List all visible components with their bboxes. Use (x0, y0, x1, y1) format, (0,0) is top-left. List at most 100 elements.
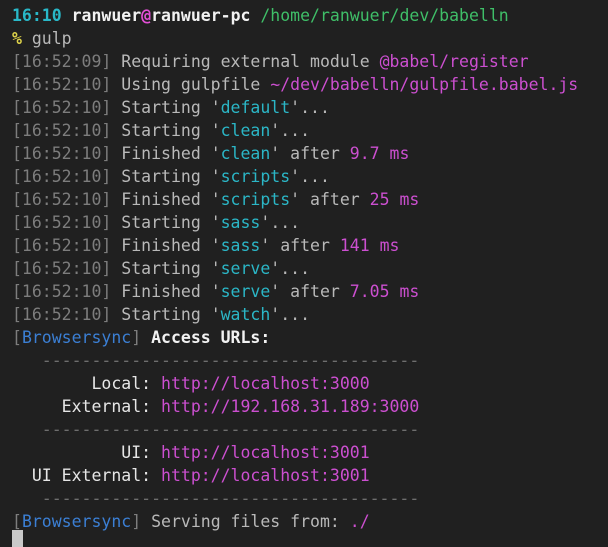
task-name: sass (221, 236, 261, 255)
task-suffix: ... (270, 213, 300, 232)
quote-open: ' (211, 305, 221, 324)
task-name: default (221, 98, 291, 117)
access-urls-heading: Access URLs: (141, 328, 270, 347)
url-label: Local: (12, 374, 161, 393)
separator-line-middle: -------------------------------------- (12, 418, 608, 441)
task-name: serve (221, 282, 271, 301)
log-line-requiring: [16:52:09] Requiring external module @ba… (12, 50, 608, 73)
log-timestamp: [16:52:10] (12, 259, 111, 278)
task-duration: 7.05 ms (350, 282, 420, 301)
log-timestamp: [16:52:10] (12, 75, 111, 94)
log-action: Starting (111, 98, 210, 117)
log-timestamp: [16:52:10] (12, 213, 111, 232)
url-row-ui-external: UI External: http://localhost:3001 (12, 464, 608, 487)
bracket-open: [ (12, 512, 22, 531)
terminal-cursor (12, 530, 23, 547)
quote-close: ' (270, 282, 280, 301)
serving-path: ./ (350, 512, 370, 531)
log-action: Finished (111, 190, 210, 209)
log-line-task: [16:52:10] Starting 'sass'... (12, 211, 608, 234)
url-row-ui: UI: http://localhost:3001 (12, 441, 608, 464)
prompt-header-line: 16:10 ranwuer@ranwuer-pc /home/ranwuer/d… (12, 4, 608, 27)
prompt-symbol: % (12, 29, 22, 48)
terminal-window[interactable]: 16:10 ranwuer@ranwuer-pc /home/ranwuer/d… (0, 0, 608, 547)
quote-close: ' (260, 236, 270, 255)
url-value[interactable]: http://localhost:3000 (161, 374, 370, 393)
task-after: after (280, 144, 350, 163)
url-value[interactable]: http://192.168.31.189:3000 (161, 397, 419, 416)
task-after: after (270, 236, 340, 255)
log-line-task: [16:52:10] Finished 'serve' after 7.05 m… (12, 280, 608, 303)
log-action: Finished (111, 144, 210, 163)
serving-text: Serving files from: (141, 512, 350, 531)
quote-close: ' (290, 167, 300, 186)
log-timestamp: [16:52:10] (12, 98, 111, 117)
task-duration: 9.7 ms (350, 144, 410, 163)
task-duration: 141 ms (340, 236, 400, 255)
log-action: Starting (111, 121, 210, 140)
quote-close: ' (270, 144, 280, 163)
task-name: scripts (221, 190, 291, 209)
task-name: serve (221, 259, 271, 278)
quote-close: ' (260, 213, 270, 232)
quote-open: ' (211, 167, 221, 186)
task-suffix: ... (300, 98, 330, 117)
separator-line-bottom: -------------------------------------- (12, 487, 608, 510)
quote-open: ' (211, 144, 221, 163)
url-row-local: Local: http://localhost:3000 (12, 372, 608, 395)
task-after: after (280, 282, 350, 301)
log-line-using: [16:52:10] Using gulpfile ~/dev/babelln/… (12, 73, 608, 96)
url-value[interactable]: http://localhost:3001 (161, 466, 370, 485)
quote-close: ' (270, 121, 280, 140)
task-name: clean (221, 144, 271, 163)
browsersync-serving-line: [Browsersync] Serving files from: ./ (12, 510, 608, 533)
log-timestamp: [16:52:10] (12, 236, 111, 255)
quote-close: ' (270, 305, 280, 324)
task-name: scripts (221, 167, 291, 186)
prompt-host: ranwuer-pc (151, 6, 250, 25)
task-suffix: ... (280, 121, 310, 140)
log-module-name: @babel/register (380, 52, 529, 71)
task-name: clean (221, 121, 271, 140)
browsersync-label: Browsersync (22, 512, 131, 531)
prompt-user: ranwuer (72, 6, 142, 25)
task-name: watch (221, 305, 271, 324)
bracket-open: [ (12, 328, 22, 347)
separator-line-top: -------------------------------------- (12, 349, 608, 372)
log-timestamp: [16:52:10] (12, 305, 111, 324)
url-value[interactable]: http://localhost:3001 (161, 443, 370, 462)
prompt-space-1 (62, 6, 72, 25)
quote-open: ' (211, 121, 221, 140)
bracket-close: ] (131, 328, 141, 347)
log-timestamp: [16:52:10] (12, 190, 111, 209)
log-line-task: [16:52:10] Starting 'scripts'... (12, 165, 608, 188)
bracket-close: ] (131, 512, 141, 531)
log-line-task: [16:52:10] Finished 'clean' after 9.7 ms (12, 142, 608, 165)
task-suffix: ... (300, 167, 330, 186)
task-after: after (300, 190, 370, 209)
task-name: sass (221, 213, 261, 232)
prompt-cwd: /home/ranwuer/dev/babelln (260, 6, 508, 25)
quote-close: ' (290, 190, 300, 209)
command-text: gulp (32, 29, 72, 48)
browsersync-label: Browsersync (22, 328, 131, 347)
prompt-space-2 (250, 6, 260, 25)
log-action: Starting (111, 167, 210, 186)
quote-open: ' (211, 190, 221, 209)
log-action: Finished (111, 236, 210, 255)
quote-open: ' (211, 98, 221, 117)
command-space (22, 29, 32, 48)
command-line: % gulp (12, 27, 608, 50)
url-label: External: (12, 397, 161, 416)
log-text: Requiring external module (111, 52, 379, 71)
task-duration: 25 ms (370, 190, 420, 209)
log-action: Starting (111, 213, 210, 232)
prompt-at-symbol: @ (141, 6, 151, 25)
log-timestamp: [16:52:10] (12, 121, 111, 140)
browsersync-access-heading-line: [Browsersync] Access URLs: (12, 326, 608, 349)
log-line-task: [16:52:10] Starting 'serve'... (12, 257, 608, 280)
log-timestamp: [16:52:10] (12, 144, 111, 163)
log-timestamp: [16:52:10] (12, 282, 111, 301)
log-action: Starting (111, 259, 210, 278)
log-timestamp: [16:52:10] (12, 167, 111, 186)
